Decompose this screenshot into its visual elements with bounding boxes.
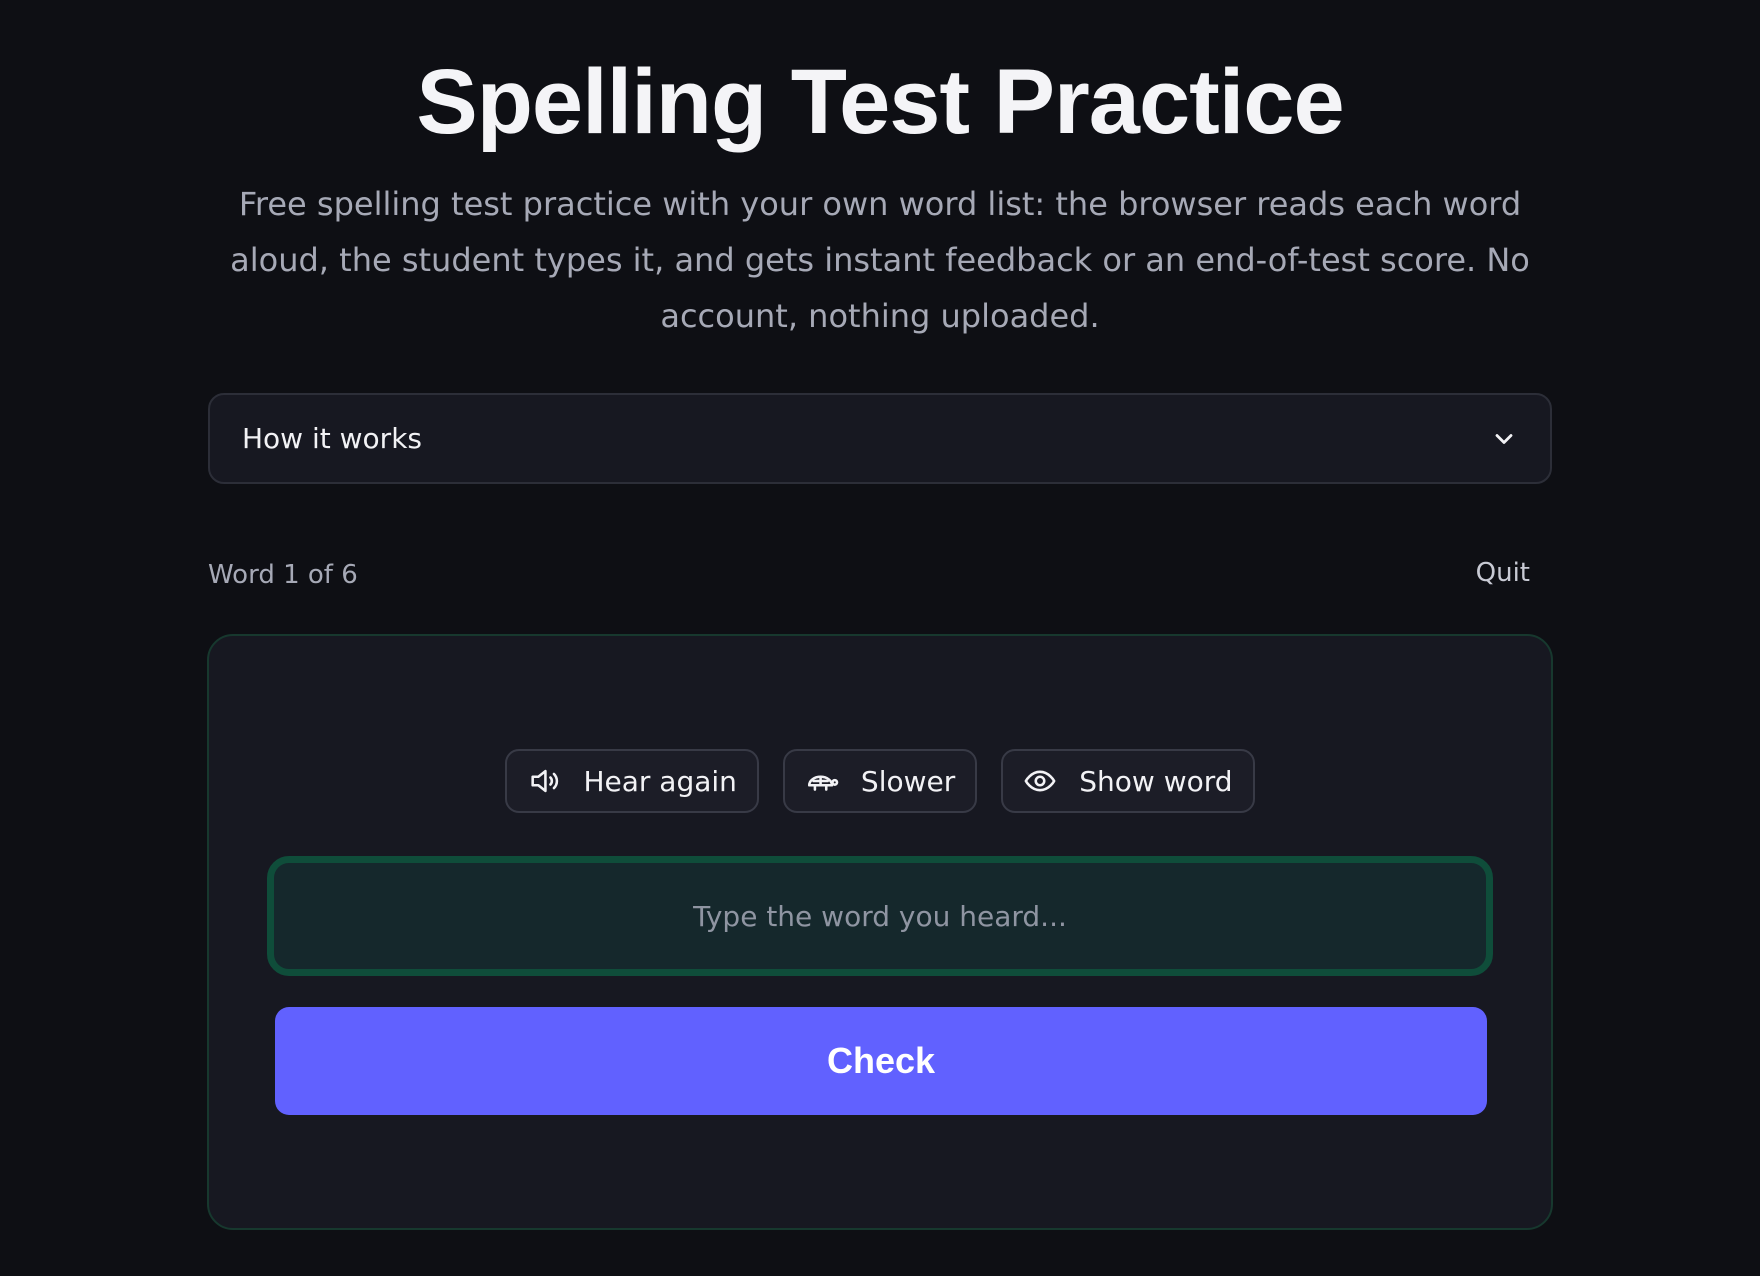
how-it-works-label: How it works (242, 422, 422, 455)
slower-button[interactable]: Slower (782, 749, 978, 813)
turtle-icon (807, 775, 839, 791)
check-button[interactable]: Check (275, 1007, 1487, 1115)
audio-controls: Hear again Slower Show word (209, 749, 1551, 813)
show-word-button[interactable]: Show word (1001, 749, 1255, 813)
quit-button[interactable]: Quit (1476, 558, 1530, 588)
word-progress: Word 1 of 6 (208, 560, 358, 590)
answer-input[interactable] (274, 863, 1486, 969)
hear-again-label: Hear again (583, 764, 737, 798)
hear-again-button[interactable]: Hear again (505, 749, 759, 813)
test-card: Hear again Slower Show word Type the wor… (207, 634, 1553, 1230)
page-description: Free spelling test practice with your ow… (230, 185, 1530, 335)
eye-icon (1024, 770, 1056, 792)
chevron-down-icon (1495, 433, 1513, 444)
how-it-works-accordion[interactable]: How it works (208, 393, 1552, 484)
speaker-icon (531, 769, 559, 793)
slower-label: Slower (860, 764, 956, 798)
show-word-label: Show word (1079, 764, 1233, 798)
spelling-practice-page: Spelling Test Practice Free spelling tes… (0, 0, 1760, 1276)
page-title: Spelling Test Practice (416, 51, 1344, 153)
answer-field-wrapper (267, 856, 1493, 976)
